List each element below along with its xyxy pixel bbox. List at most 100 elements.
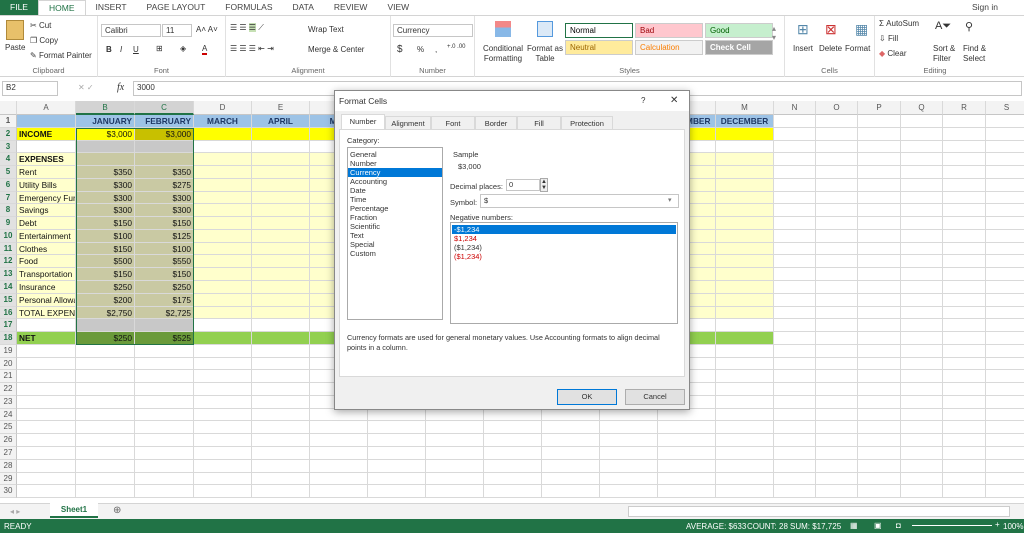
cell[interactable] — [194, 434, 252, 448]
style-check-cell[interactable]: Check Cell — [705, 40, 773, 55]
cell[interactable] — [658, 485, 716, 499]
cell[interactable] — [194, 472, 252, 486]
cell[interactable] — [774, 281, 816, 294]
cell[interactable] — [858, 217, 901, 230]
cell[interactable] — [901, 217, 943, 230]
cell[interactable] — [986, 192, 1024, 205]
cell[interactable] — [816, 127, 858, 141]
cell[interactable] — [858, 140, 901, 154]
cell[interactable] — [716, 408, 774, 422]
cell[interactable] — [858, 127, 901, 141]
cell[interactable]: TOTAL EXPENSES — [17, 306, 76, 320]
cell[interactable] — [816, 255, 858, 269]
cell[interactable] — [600, 434, 658, 448]
cell[interactable] — [716, 485, 774, 499]
cell[interactable] — [76, 447, 135, 460]
cell[interactable] — [716, 421, 774, 435]
cell[interactable] — [858, 332, 901, 345]
tab-fill[interactable]: Fill — [517, 116, 561, 129]
cell[interactable] — [716, 255, 774, 269]
row-header[interactable]: 18 — [0, 332, 17, 345]
cell[interactable] — [901, 166, 943, 179]
cell[interactable] — [542, 434, 600, 448]
row-header[interactable]: 28 — [0, 459, 17, 473]
increase-font-icon[interactable]: A˄ A˅ — [196, 25, 218, 34]
cell[interactable] — [368, 434, 426, 448]
cell[interactable] — [816, 268, 858, 281]
cell[interactable] — [17, 383, 76, 396]
ribbon-tab-home[interactable]: HOME — [38, 0, 86, 15]
cell[interactable] — [542, 472, 600, 486]
cell[interactable] — [774, 447, 816, 460]
cell[interactable] — [986, 255, 1024, 269]
cell[interactable] — [858, 447, 901, 460]
row-header[interactable]: 11 — [0, 242, 17, 256]
cell[interactable] — [716, 459, 774, 473]
cell[interactable] — [774, 306, 816, 320]
cell[interactable] — [658, 472, 716, 486]
cell[interactable] — [986, 358, 1024, 371]
cell[interactable]: Clothes — [17, 242, 76, 256]
cell[interactable] — [943, 255, 986, 269]
category-item[interactable]: Custom — [348, 249, 442, 258]
cell[interactable] — [194, 217, 252, 230]
cell[interactable] — [901, 370, 943, 384]
cell[interactable] — [986, 243, 1024, 256]
cell[interactable] — [252, 281, 310, 294]
cell[interactable] — [310, 472, 368, 486]
cell[interactable] — [816, 115, 858, 128]
ribbon-tab-file[interactable]: FILE — [0, 0, 38, 15]
ok-button[interactable]: OK — [557, 389, 617, 405]
cell[interactable] — [135, 344, 194, 358]
cell[interactable] — [943, 485, 986, 499]
cell[interactable] — [816, 459, 858, 473]
bold-button[interactable]: B — [106, 45, 112, 54]
align-top-icon[interactable]: ☰ ☰ ☰ ⟋ — [230, 23, 264, 33]
sort-filter-button[interactable]: Sort & Filter — [933, 44, 961, 64]
cell[interactable]: Debt — [17, 217, 76, 230]
horizontal-scrollbar[interactable] — [628, 506, 1010, 517]
category-item[interactable]: General — [348, 150, 442, 159]
cell[interactable] — [901, 408, 943, 422]
cell[interactable] — [17, 485, 76, 499]
cell[interactable] — [774, 166, 816, 179]
cell[interactable] — [716, 178, 774, 192]
cell[interactable] — [986, 345, 1024, 358]
cell[interactable] — [658, 459, 716, 473]
cell[interactable] — [542, 408, 600, 422]
cell[interactable] — [901, 191, 943, 205]
cell[interactable] — [716, 344, 774, 358]
cell[interactable] — [901, 293, 943, 307]
cell[interactable] — [943, 217, 986, 230]
cell[interactable] — [858, 255, 901, 269]
cell[interactable] — [76, 370, 135, 384]
cell[interactable] — [943, 459, 986, 473]
column-header-B[interactable]: B — [76, 101, 135, 115]
cell[interactable] — [774, 357, 816, 371]
cell[interactable] — [901, 127, 943, 141]
cell[interactable] — [986, 204, 1024, 218]
cell[interactable] — [252, 357, 310, 371]
cell[interactable] — [858, 434, 901, 448]
cell[interactable] — [774, 178, 816, 192]
cell[interactable] — [816, 191, 858, 205]
row-header[interactable]: 22 — [0, 383, 17, 396]
cell[interactable] — [426, 434, 484, 448]
cell[interactable] — [76, 472, 135, 486]
style-bad[interactable]: Bad — [635, 23, 703, 38]
cell[interactable]: Personal Allowance — [17, 293, 76, 307]
cell[interactable] — [17, 370, 76, 384]
cell[interactable] — [76, 408, 135, 422]
cell[interactable] — [816, 472, 858, 486]
symbol-select[interactable]: $ — [480, 194, 679, 208]
cell[interactable] — [986, 485, 1024, 499]
cell[interactable] — [716, 332, 774, 345]
cell[interactable] — [986, 153, 1024, 167]
sheet-nav-icon[interactable]: ◂ ▸ — [10, 507, 20, 516]
cell[interactable]: Rent — [17, 166, 76, 179]
cell[interactable] — [986, 230, 1024, 243]
cell[interactable] — [816, 395, 858, 409]
zoom-in-icon[interactable]: + — [995, 520, 1000, 529]
cell[interactable] — [252, 459, 310, 473]
cell[interactable] — [542, 485, 600, 499]
